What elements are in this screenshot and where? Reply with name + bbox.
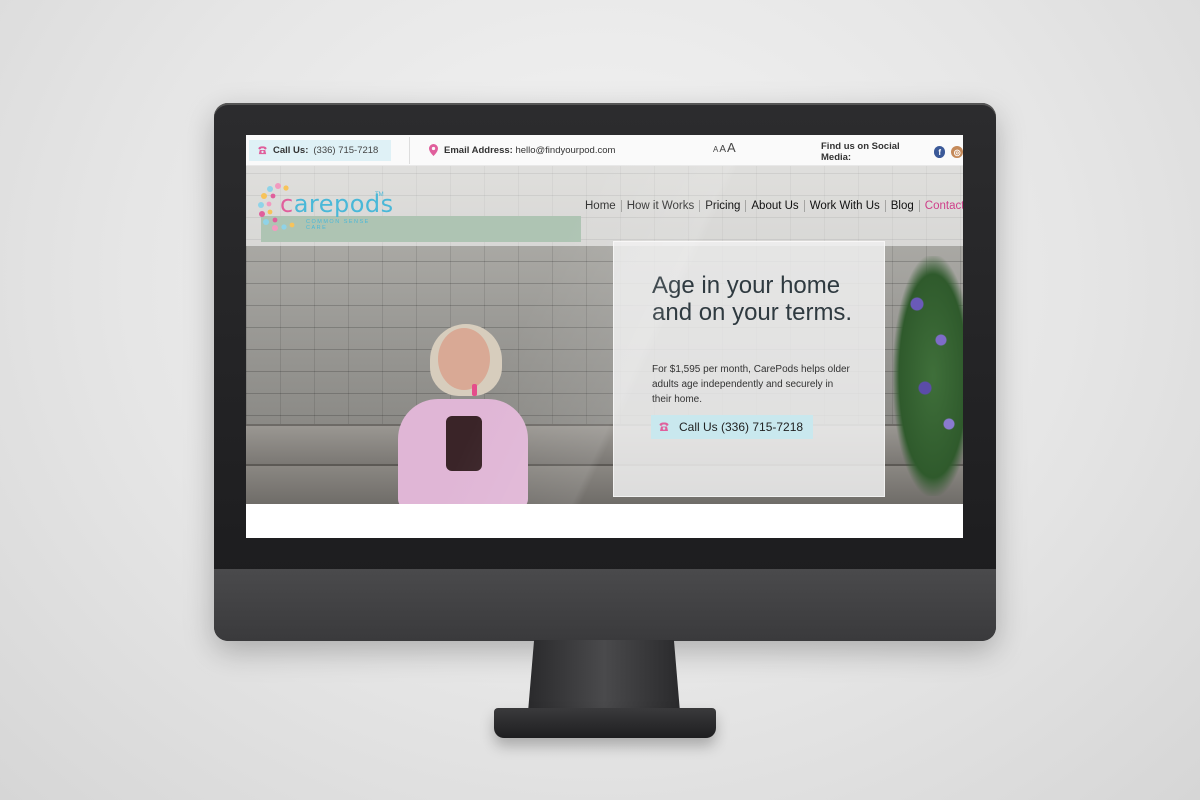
- email-label: Email Address:: [444, 144, 513, 156]
- phone-icon: [258, 146, 267, 155]
- font-size-controls: A A A: [713, 140, 736, 155]
- topbar-divider: [409, 137, 410, 164]
- email-value[interactable]: hello@findyourpod.com: [515, 145, 615, 156]
- page-below-fold: [246, 504, 963, 538]
- monitor-stand-neck: [528, 640, 680, 712]
- main-nav: Home How it Works Pricing About Us Work …: [580, 200, 963, 212]
- logo-tagline: COMMON SENSE CARE: [306, 219, 370, 231]
- font-size-medium-button[interactable]: A: [719, 144, 726, 155]
- nav-about-us[interactable]: About Us: [746, 200, 803, 212]
- nav-contact-us[interactable]: Contact Us: [920, 200, 963, 212]
- call-us-label: Call Us:: [273, 145, 309, 156]
- logo-trademark: TM: [375, 192, 384, 198]
- hero-person-top: [446, 416, 482, 471]
- phone-icon: [659, 422, 669, 431]
- map-pin-icon: [429, 144, 438, 156]
- social-media-label: Find us on Social Media:: [821, 141, 900, 163]
- nav-blog[interactable]: Blog: [886, 200, 919, 212]
- call-us-chip[interactable]: Call Us: (336) 715-7218: [249, 140, 391, 161]
- nav-how-it-works[interactable]: How it Works: [622, 200, 700, 212]
- hero-heading: Age in your home and on your terms.: [652, 272, 853, 326]
- hero-card: Age in your home and on your terms. For …: [613, 241, 885, 497]
- facebook-icon[interactable]: f: [933, 146, 946, 158]
- call-us-cta-button[interactable]: Call Us (336) 715-7218: [651, 415, 813, 439]
- nav-home[interactable]: Home: [580, 200, 621, 212]
- nav-pricing[interactable]: Pricing: [700, 200, 745, 212]
- carepods-logo[interactable]: carepods TM COMMON SENSE CARE: [258, 180, 393, 235]
- hero-flower-plant: [893, 256, 963, 496]
- hero-person-face: [438, 328, 490, 390]
- hero-person-earring: [472, 384, 477, 396]
- cta-label: Call Us (336) 715-7218: [679, 420, 804, 434]
- monitor-stand-foot: [494, 708, 716, 738]
- site-header: carepods TM COMMON SENSE CARE Home How i…: [246, 166, 963, 246]
- monitor-chin: [214, 569, 996, 641]
- browser-screen: Call Us: (336) 715-7218 Email Address: h…: [246, 135, 963, 538]
- instagram-icon[interactable]: ◎: [951, 146, 963, 158]
- hero-body-text: For $1,595 per month, CarePods helps old…: [652, 364, 850, 405]
- font-size-large-button[interactable]: A: [727, 140, 736, 155]
- top-info-bar: Call Us: (336) 715-7218 Email Address: h…: [246, 135, 963, 166]
- email-address[interactable]: Email Address: hello@findyourpod.com: [429, 144, 615, 156]
- font-size-small-button[interactable]: A: [713, 145, 718, 154]
- social-media-links: Find us on Social Media: f ◎: [821, 141, 963, 163]
- nav-work-with-us[interactable]: Work With Us: [805, 200, 885, 212]
- call-us-number[interactable]: (336) 715-7218: [313, 145, 378, 156]
